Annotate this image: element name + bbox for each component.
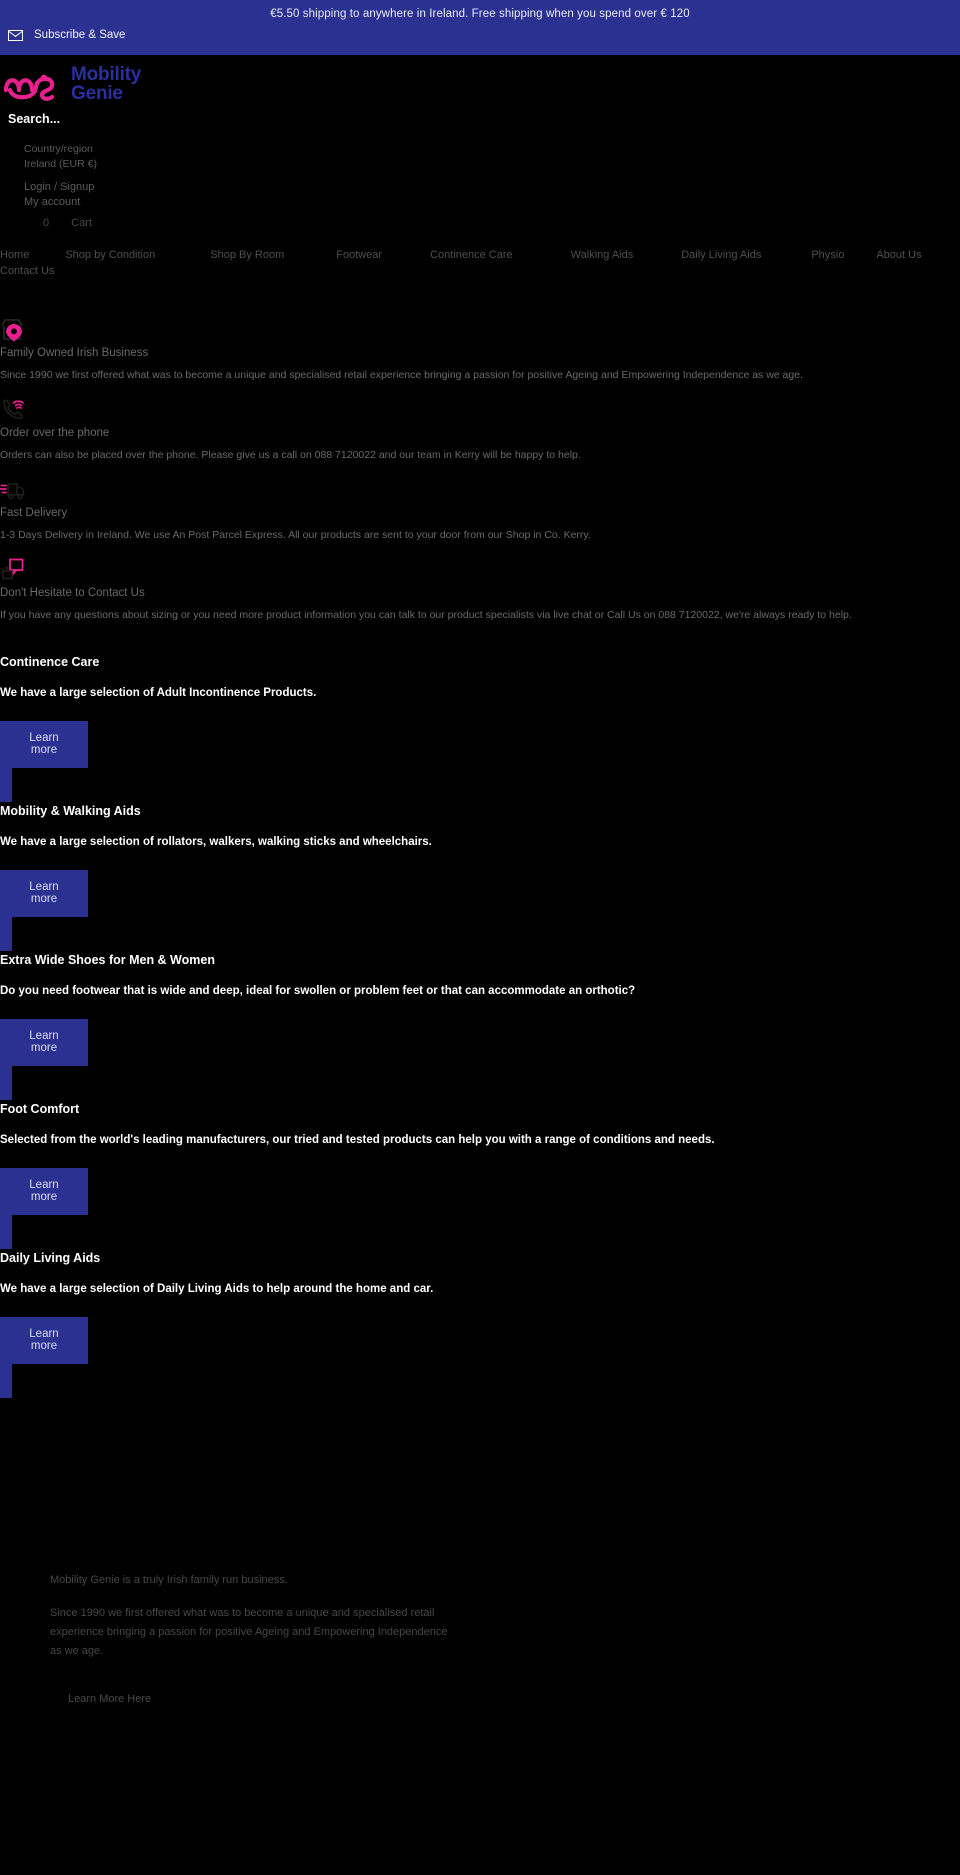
features-section: Family Owned Irish Business Since 1990 w… [0, 317, 960, 621]
learn-more-button[interactable]: Learn more [0, 1019, 88, 1100]
announcement-bar: €5.50 shipping to anywhere in Ireland. F… [0, 0, 960, 55]
country-region-label: Country/region [24, 143, 93, 155]
nav-item-shop-by-room[interactable]: Shop By Room [210, 249, 284, 261]
collection-description: Do you need footwear that is wide and de… [0, 985, 636, 997]
collection-foot-comfort: Foot Comfort Selected from the world's l… [0, 1102, 960, 1249]
account-block: Country/region Ireland (EUR €) Login / S… [0, 128, 960, 229]
feature-title: Family Owned Irish Business [0, 347, 149, 359]
feature-contact-us: Don't Hesitate to Contact Us If you have… [0, 557, 960, 621]
envelope-icon [8, 29, 23, 41]
learn-more-button[interactable]: Learn more [0, 1168, 88, 1249]
collection-daily-living-aids: Daily Living Aids We have a large select… [0, 1251, 960, 1398]
cart-count-badge: 0 [43, 217, 50, 229]
feature-body: If you have any questions about sizing o… [0, 609, 852, 621]
learn-more-here-link[interactable]: Learn More Here [50, 1693, 151, 1705]
feature-title: Don't Hesitate to Contact Us [0, 587, 145, 599]
delivery-truck-icon [0, 477, 960, 503]
nav-item-footwear[interactable]: Footwear [336, 249, 382, 261]
feature-body: 1-3 Days Delivery in Ireland. We use An … [0, 529, 591, 541]
phone-ringing-icon [0, 397, 960, 423]
learn-more-button[interactable]: Learn more [0, 721, 88, 802]
collection-extra-wide-shoes: Extra Wide Shoes for Men & Women Do you … [0, 953, 960, 1100]
country-region-value: Ireland (EUR €) [24, 158, 97, 170]
nav-item-walking-aids[interactable]: Walking Aids [571, 249, 634, 261]
collection-title: Mobility & Walking Aids [0, 804, 141, 818]
nav-item-about-us[interactable]: About Us [876, 249, 921, 261]
logo-wordmark: Mobility Genie [71, 65, 141, 103]
search-bar[interactable]: Search... [0, 104, 960, 128]
feature-title: Fast Delivery [0, 507, 68, 519]
site-header: Mobility Genie Search... Country/region … [0, 55, 960, 279]
collection-description: We have a large selection of rollators, … [0, 836, 432, 848]
collection-description: Selected from the world's leading manufa… [0, 1134, 715, 1146]
store-location-pin-icon [0, 317, 960, 343]
collection-title: Continence Care [0, 655, 100, 669]
nav-item-home[interactable]: Home [0, 249, 29, 261]
nav-item-continence-care[interactable]: Continence Care [430, 249, 513, 261]
feature-body: Orders can also be placed over the phone… [0, 449, 581, 461]
subscribe-and-save-link[interactable]: Subscribe & Save [0, 29, 960, 41]
learn-more-button[interactable]: Learn more [0, 1317, 88, 1398]
main-navigation: Home Shop by Condition Shop By Room Foot… [0, 249, 960, 261]
collection-title: Foot Comfort [0, 1102, 80, 1116]
feature-body: Since 1990 we first offered what was to … [0, 369, 803, 381]
country-region-selector[interactable]: Country/region Ireland (EUR €) [24, 142, 960, 172]
mobility-genie-mark-icon [2, 64, 62, 104]
collection-continence-care: Continence Care We have a large selectio… [0, 655, 960, 802]
search-input[interactable]: Search... [8, 112, 60, 126]
footer-about-section: Mobility Genie is a truly Irish family r… [0, 1574, 960, 1707]
shipping-announcement-text: €5.50 shipping to anywhere in Ireland. F… [270, 8, 690, 20]
collection-mobility-walking-aids: Mobility & Walking Aids We have a large … [0, 804, 960, 951]
cart-link[interactable]: 0 Cart [24, 217, 960, 229]
nav-item-contact-us[interactable]: Contact Us [0, 265, 54, 277]
learn-more-button[interactable]: Learn more [0, 870, 88, 951]
feature-family-owned: Family Owned Irish Business Since 1990 w… [0, 317, 960, 381]
chat-bubble-icon [0, 557, 960, 583]
collection-title: Extra Wide Shoes for Men & Women [0, 953, 215, 967]
subscribe-label: Subscribe & Save [34, 29, 126, 41]
footer-about-lead: Mobility Genie is a truly Irish family r… [50, 1574, 288, 1586]
feature-title: Order over the phone [0, 427, 110, 439]
feature-fast-delivery: Fast Delivery 1-3 Days Delivery in Irela… [0, 477, 960, 541]
my-account-link[interactable]: My account [24, 195, 960, 210]
logo-line-1: Mobility [71, 64, 142, 85]
collection-description: We have a large selection of Adult Incon… [0, 687, 317, 699]
login-signup-link[interactable]: Login / Signup [24, 180, 960, 195]
logo-line-2: Genie [71, 83, 123, 104]
cart-label: Cart [71, 217, 92, 229]
nav-item-daily-living-aids[interactable]: Daily Living Aids [681, 249, 761, 261]
collection-description: We have a large selection of Daily Livin… [0, 1283, 434, 1295]
nav-item-shop-by-condition[interactable]: Shop by Condition [65, 249, 155, 261]
collection-title: Daily Living Aids [0, 1251, 101, 1265]
nav-item-physio[interactable]: Physio [811, 249, 844, 261]
feature-order-by-phone: Order over the phone Orders can also be … [0, 397, 960, 461]
site-logo[interactable]: Mobility Genie [0, 55, 960, 104]
footer-about-paragraph: Since 1990 we first offered what was to … [50, 1607, 448, 1657]
collections-section: Continence Care We have a large selectio… [0, 655, 960, 1398]
